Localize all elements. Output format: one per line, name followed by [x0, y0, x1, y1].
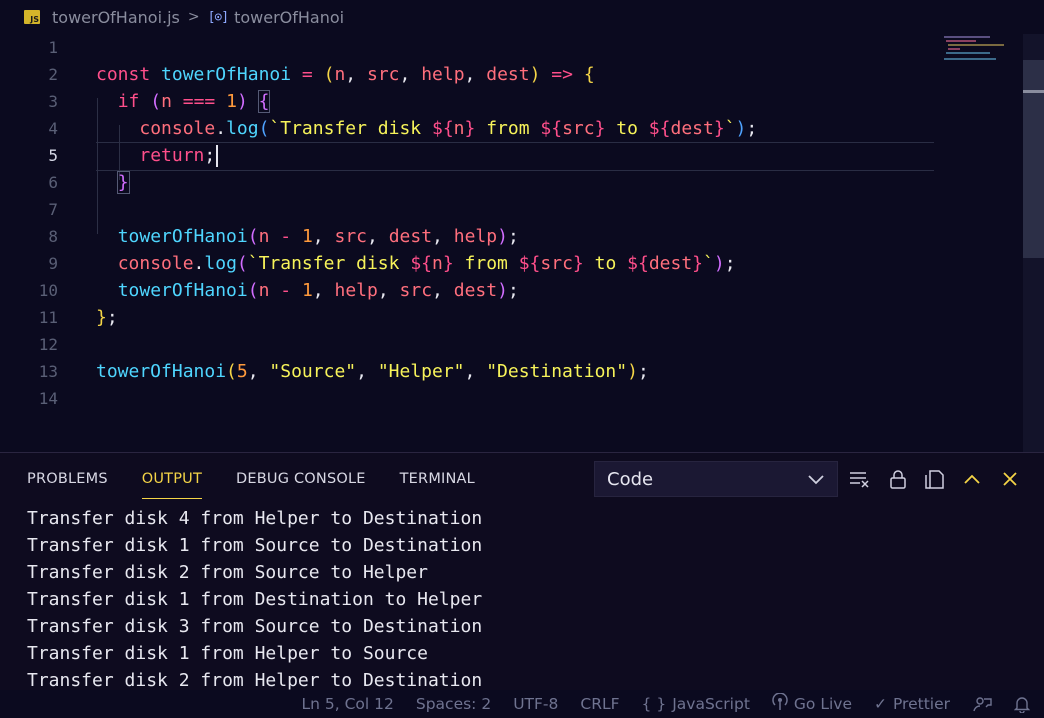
- panel-tabs: PROBLEMS OUTPUT DEBUG CONSOLE TERMINAL: [0, 453, 509, 505]
- output-channel-select[interactable]: Code: [594, 461, 838, 497]
- code-line: 1: [0, 34, 940, 61]
- cursor-position[interactable]: Ln 5, Col 12: [302, 695, 394, 713]
- output-line: Transfer disk 1 from Source to Destinati…: [27, 535, 483, 556]
- go-live-label: Go Live: [793, 695, 852, 713]
- code-line: 6 }: [0, 169, 940, 196]
- breadcrumb-separator: >: [187, 9, 200, 25]
- tab-terminal[interactable]: TERMINAL: [400, 453, 475, 505]
- code-line: 5 return;: [0, 142, 940, 169]
- line-number: 6: [48, 173, 58, 192]
- broadcast-icon: [772, 692, 788, 715]
- prettier-label: Prettier: [892, 695, 950, 713]
- line-number: 9: [48, 254, 58, 273]
- code-line: 9 console.log(`Transfer disk ${n} from $…: [0, 250, 940, 277]
- bottom-panel: PROBLEMS OUTPUT DEBUG CONSOLE TERMINAL C…: [0, 452, 1044, 692]
- language-label: JavaScript: [672, 695, 750, 713]
- chevron-down-icon: [807, 468, 825, 494]
- output-line: Transfer disk 3 from Source to Destinati…: [27, 616, 483, 637]
- feedback-icon[interactable]: [972, 695, 992, 713]
- line-number: 2: [48, 65, 58, 84]
- output-line: Transfer disk 4 from Helper to Destinati…: [27, 508, 483, 529]
- breadcrumb-symbol[interactable]: towerOfHanoi: [234, 8, 344, 27]
- line-number: 13: [38, 362, 58, 381]
- tab-problems[interactable]: PROBLEMS: [27, 453, 108, 505]
- maximize-panel-icon[interactable]: [960, 467, 984, 491]
- code-line: 4 console.log(`Transfer disk ${n} from $…: [0, 115, 940, 142]
- braces-icon: { }: [641, 695, 667, 713]
- notifications-bell-icon[interactable]: [1014, 695, 1030, 713]
- line-number: 4: [48, 119, 58, 138]
- code-editor[interactable]: 1 2 const towerOfHanoi = (n, src, help, …: [0, 34, 1044, 452]
- indentation-setting[interactable]: Spaces: 2: [416, 695, 491, 713]
- text-cursor: [216, 144, 219, 167]
- line-number: 11: [38, 308, 58, 327]
- clear-output-icon[interactable]: [848, 467, 872, 491]
- code-line: 8 towerOfHanoi(n - 1, src, dest, help);: [0, 223, 940, 250]
- line-number: 14: [38, 389, 58, 408]
- code-line: 10 towerOfHanoi(n - 1, help, src, dest);: [0, 277, 940, 304]
- output-line: Transfer disk 1 from Destination to Help…: [27, 589, 483, 610]
- line-number: 8: [48, 227, 58, 246]
- line-number: 10: [38, 281, 58, 300]
- go-live-button[interactable]: Go Live: [772, 692, 852, 715]
- output-line: Transfer disk 1 from Helper to Source: [27, 643, 428, 664]
- status-bar: Ln 5, Col 12 Spaces: 2 UTF-8 CRLF { } Ja…: [0, 690, 1044, 718]
- eol-setting[interactable]: CRLF: [580, 695, 619, 713]
- code-line: 14: [0, 385, 940, 412]
- code-line: 11 };: [0, 304, 940, 331]
- lock-icon[interactable]: [886, 467, 910, 491]
- scrollbar-cursor-marker: [1023, 90, 1044, 93]
- open-in-editor-icon[interactable]: [924, 467, 948, 491]
- line-number: 1: [48, 38, 58, 57]
- tab-debug-console[interactable]: DEBUG CONSOLE: [236, 453, 366, 505]
- js-file-icon: JS: [24, 10, 40, 24]
- prettier-status[interactable]: ✓ Prettier: [874, 695, 950, 713]
- symbol-variable-icon: [⊙]: [207, 9, 230, 25]
- close-panel-icon[interactable]: [998, 467, 1022, 491]
- minimap[interactable]: [940, 34, 1020, 64]
- code-line: 3 if (n === 1) {: [0, 88, 940, 115]
- code-line: 2 const towerOfHanoi = (n, src, help, de…: [0, 61, 940, 88]
- language-mode[interactable]: { } JavaScript: [642, 695, 750, 713]
- line-number: 12: [38, 335, 58, 354]
- line-number: 7: [48, 200, 58, 219]
- tab-output[interactable]: OUTPUT: [141, 453, 203, 505]
- encoding-setting[interactable]: UTF-8: [513, 695, 558, 713]
- line-number: 5: [48, 146, 58, 165]
- line-number: 3: [48, 92, 58, 111]
- code-line: 12: [0, 331, 940, 358]
- code-line: 7: [0, 196, 940, 223]
- output-line: Transfer disk 2 from Source to Helper: [27, 562, 428, 583]
- breadcrumb: JS towerOfHanoi.js > [⊙] towerOfHanoi: [0, 0, 1044, 34]
- code-line: 13 towerOfHanoi(5, "Source", "Helper", "…: [0, 358, 940, 385]
- output-channel-value: Code: [607, 468, 654, 490]
- check-icon: ✓: [873, 695, 887, 713]
- output-log: Transfer disk 4 from Helper to Destinati…: [27, 505, 482, 694]
- breadcrumb-file[interactable]: towerOfHanoi.js: [52, 8, 180, 27]
